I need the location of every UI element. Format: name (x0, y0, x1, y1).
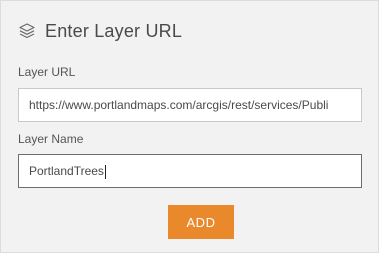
text-caret (104, 164, 106, 179)
layer-name-value: PortlandTrees (29, 164, 104, 178)
layer-url-value: https://www.portlandmaps.com/arcgis/rest… (29, 98, 329, 112)
panel-header: Enter Layer URL (18, 19, 182, 43)
layer-name-input[interactable]: PortlandTrees (18, 154, 362, 188)
layer-url-input[interactable]: https://www.portlandmaps.com/arcgis/rest… (18, 88, 362, 122)
layers-icon (18, 22, 36, 40)
panel-title: Enter Layer URL (45, 20, 183, 41)
add-button[interactable]: ADD (168, 205, 234, 239)
layer-url-label: Layer URL (18, 65, 76, 79)
enter-layer-url-panel: Enter Layer URL Layer URL https://www.po… (0, 0, 379, 253)
layer-name-label: Layer Name (18, 132, 84, 146)
